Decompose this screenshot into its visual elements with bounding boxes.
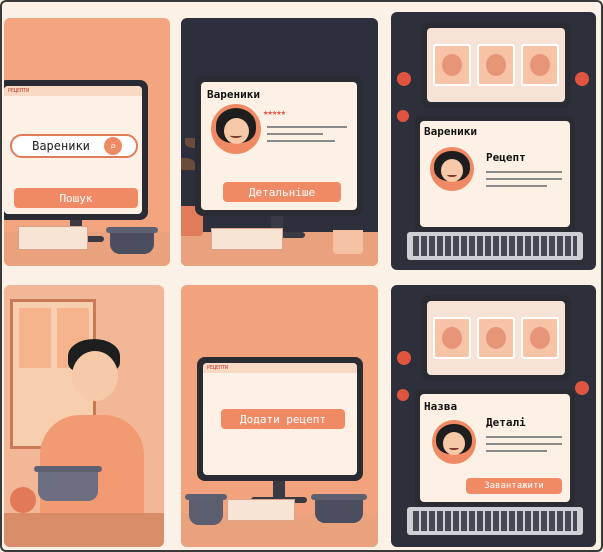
rating-stars: ★★★★★ [263, 108, 286, 118]
laptop-keyboard[interactable] [407, 232, 583, 260]
decor-circle [397, 389, 409, 401]
panel-upload: Назва Деталі Завантажити [391, 285, 596, 547]
panel-cooking [4, 285, 164, 547]
decor-circle [397, 72, 411, 86]
monitor-screen: Вареники ★★★★★ Детальніше [201, 82, 357, 210]
recipe-thumbnail[interactable] [433, 317, 471, 359]
recipe-thumbnail[interactable] [433, 44, 471, 86]
jar [333, 230, 363, 254]
dumpling-bowl [34, 466, 102, 501]
laptop-lid: Вареники Рецепт [415, 116, 575, 232]
monitor: РЕЦЕПТИ Додати рецепт [197, 357, 363, 481]
plant-leaf [181, 158, 195, 170]
brand-label: РЕЦЕПТИ [207, 365, 229, 371]
desk [4, 513, 164, 547]
panel-result: Вареники ★★★★★ Детальніше [181, 18, 378, 266]
monitor: РЕЦЕПТИ ⌕ Пошук [4, 80, 148, 220]
gallery-screen [427, 28, 565, 102]
red-pot [10, 487, 36, 513]
avatar [430, 147, 474, 191]
recipe-thumbnail[interactable] [477, 317, 515, 359]
avatar [432, 420, 476, 464]
search-input[interactable] [18, 139, 104, 153]
laptop-keyboard[interactable] [407, 507, 583, 535]
details-label: Деталі [486, 416, 526, 429]
brand-label: РЕЦЕПТИ [8, 88, 30, 94]
laptop-screen: Назва Деталі Завантажити [420, 394, 570, 502]
search-icon[interactable]: ⌕ [104, 137, 122, 155]
panel-add-recipe: РЕЦЕПТИ Додати рецепт [181, 285, 378, 547]
upload-button[interactable]: Завантажити [466, 478, 562, 494]
details-button[interactable]: Детальніше [223, 182, 341, 202]
browser-topbar: РЕЦЕПТИ [203, 363, 357, 373]
recipe-thumbnail[interactable] [477, 44, 515, 86]
recipe-lines [486, 171, 562, 192]
decor-circle [575, 381, 589, 395]
cooking-pot [106, 227, 158, 254]
kettle [185, 494, 227, 525]
laptop-screen: Вареники Рецепт [420, 121, 570, 227]
recipe-title: Вареники [207, 88, 260, 101]
laptop-lid: Назва Деталі Завантажити [415, 389, 575, 507]
browser-topbar: РЕЦЕПТИ [4, 86, 142, 96]
decor-circle [397, 351, 411, 365]
recipe-book [18, 226, 88, 250]
person-head [72, 351, 118, 401]
add-recipe-button[interactable]: Додати рецепт [221, 409, 345, 429]
search-button[interactable]: Пошук [14, 188, 138, 208]
description-lines [267, 126, 347, 147]
recipe-label: Рецепт [486, 151, 526, 164]
name-label: Назва [424, 400, 458, 413]
details-lines [486, 436, 562, 457]
search-box[interactable]: ⌕ [10, 134, 138, 158]
monitor-screen: РЕЦЕПТИ ⌕ Пошук [4, 86, 142, 214]
back-monitor [421, 22, 571, 108]
recipe-title: Вареники [424, 125, 477, 138]
gallery-screen [427, 301, 565, 375]
recipe-thumbnail[interactable] [521, 44, 559, 86]
monitor: Вареники ★★★★★ Детальніше [195, 76, 363, 216]
decor-circle [397, 110, 409, 122]
decor-circle [575, 72, 589, 86]
panel-search: РЕЦЕПТИ ⌕ Пошук [4, 18, 170, 266]
avatar [211, 104, 261, 154]
back-monitor [421, 295, 571, 381]
panel-laptop-recipe: Вареники Рецепт [391, 12, 596, 270]
recipe-book [227, 499, 295, 521]
monitor-screen: РЕЦЕПТИ Додати рецепт [203, 363, 357, 475]
recipe-book [211, 228, 283, 250]
cooking-pot [311, 494, 367, 523]
recipe-thumbnail[interactable] [521, 317, 559, 359]
